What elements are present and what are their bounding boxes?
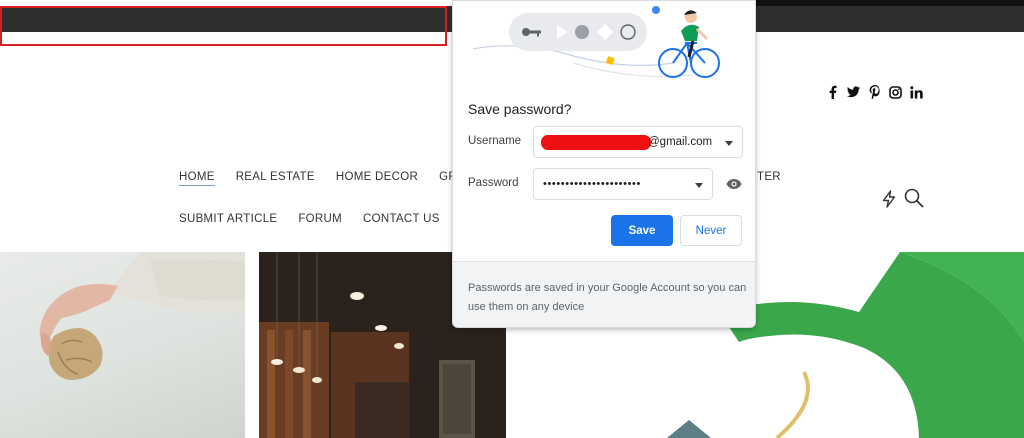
password-value: •••••••••••••••••••••• <box>543 178 641 190</box>
bolt-icon[interactable] <box>881 190 897 213</box>
instagram-icon[interactable] <box>889 84 902 100</box>
main-nav-row-2: SUBMIT ARTICLE FORUM CONTACT US <box>179 213 461 225</box>
username-select[interactable]: @gmail.com <box>533 126 743 158</box>
top-bar-edge <box>756 0 1024 6</box>
search-icon[interactable] <box>904 188 924 213</box>
red-highlight-box <box>0 6 447 46</box>
social-links <box>826 84 923 100</box>
password-label: Password <box>468 177 519 189</box>
nav-item-home[interactable]: HOME <box>179 171 215 186</box>
nav-item-real-estate[interactable]: REAL ESTATE <box>236 171 315 186</box>
eye-icon[interactable] <box>726 177 742 195</box>
linkedin-icon[interactable] <box>910 84 923 100</box>
nav-item-forum[interactable]: FORUM <box>298 213 342 225</box>
dialog-footer: Passwords are saved in your Google Accou… <box>453 261 755 327</box>
twitter-icon[interactable] <box>847 84 860 100</box>
save-password-dialog: Save password? Username @gmail.com Passw… <box>452 0 756 328</box>
redaction-mark <box>541 135 651 150</box>
nav-item-home-decor[interactable]: HOME DECOR <box>336 171 418 186</box>
password-select[interactable]: •••••••••••••••••••••• <box>533 168 713 200</box>
username-label: Username <box>468 135 522 147</box>
article-image-hand-crumpled-paper[interactable] <box>0 252 245 438</box>
nav-item-contact-us[interactable]: CONTACT US <box>363 213 440 225</box>
nav-item-partial[interactable]: TER <box>757 171 781 183</box>
password-illustration <box>472 6 720 78</box>
chevron-down-icon <box>725 141 733 146</box>
chevron-down-icon <box>695 183 703 188</box>
never-button[interactable]: Never <box>680 215 742 246</box>
username-value: @gmail.com <box>648 136 713 148</box>
facebook-icon[interactable] <box>826 84 839 100</box>
pinterest-icon[interactable] <box>868 84 881 100</box>
nav-item-submit-article[interactable]: SUBMIT ARTICLE <box>179 213 277 225</box>
dialog-title: Save password? <box>468 101 572 117</box>
save-button[interactable]: Save <box>611 215 673 246</box>
footer-text: Passwords are saved in your Google Accou… <box>468 282 747 313</box>
